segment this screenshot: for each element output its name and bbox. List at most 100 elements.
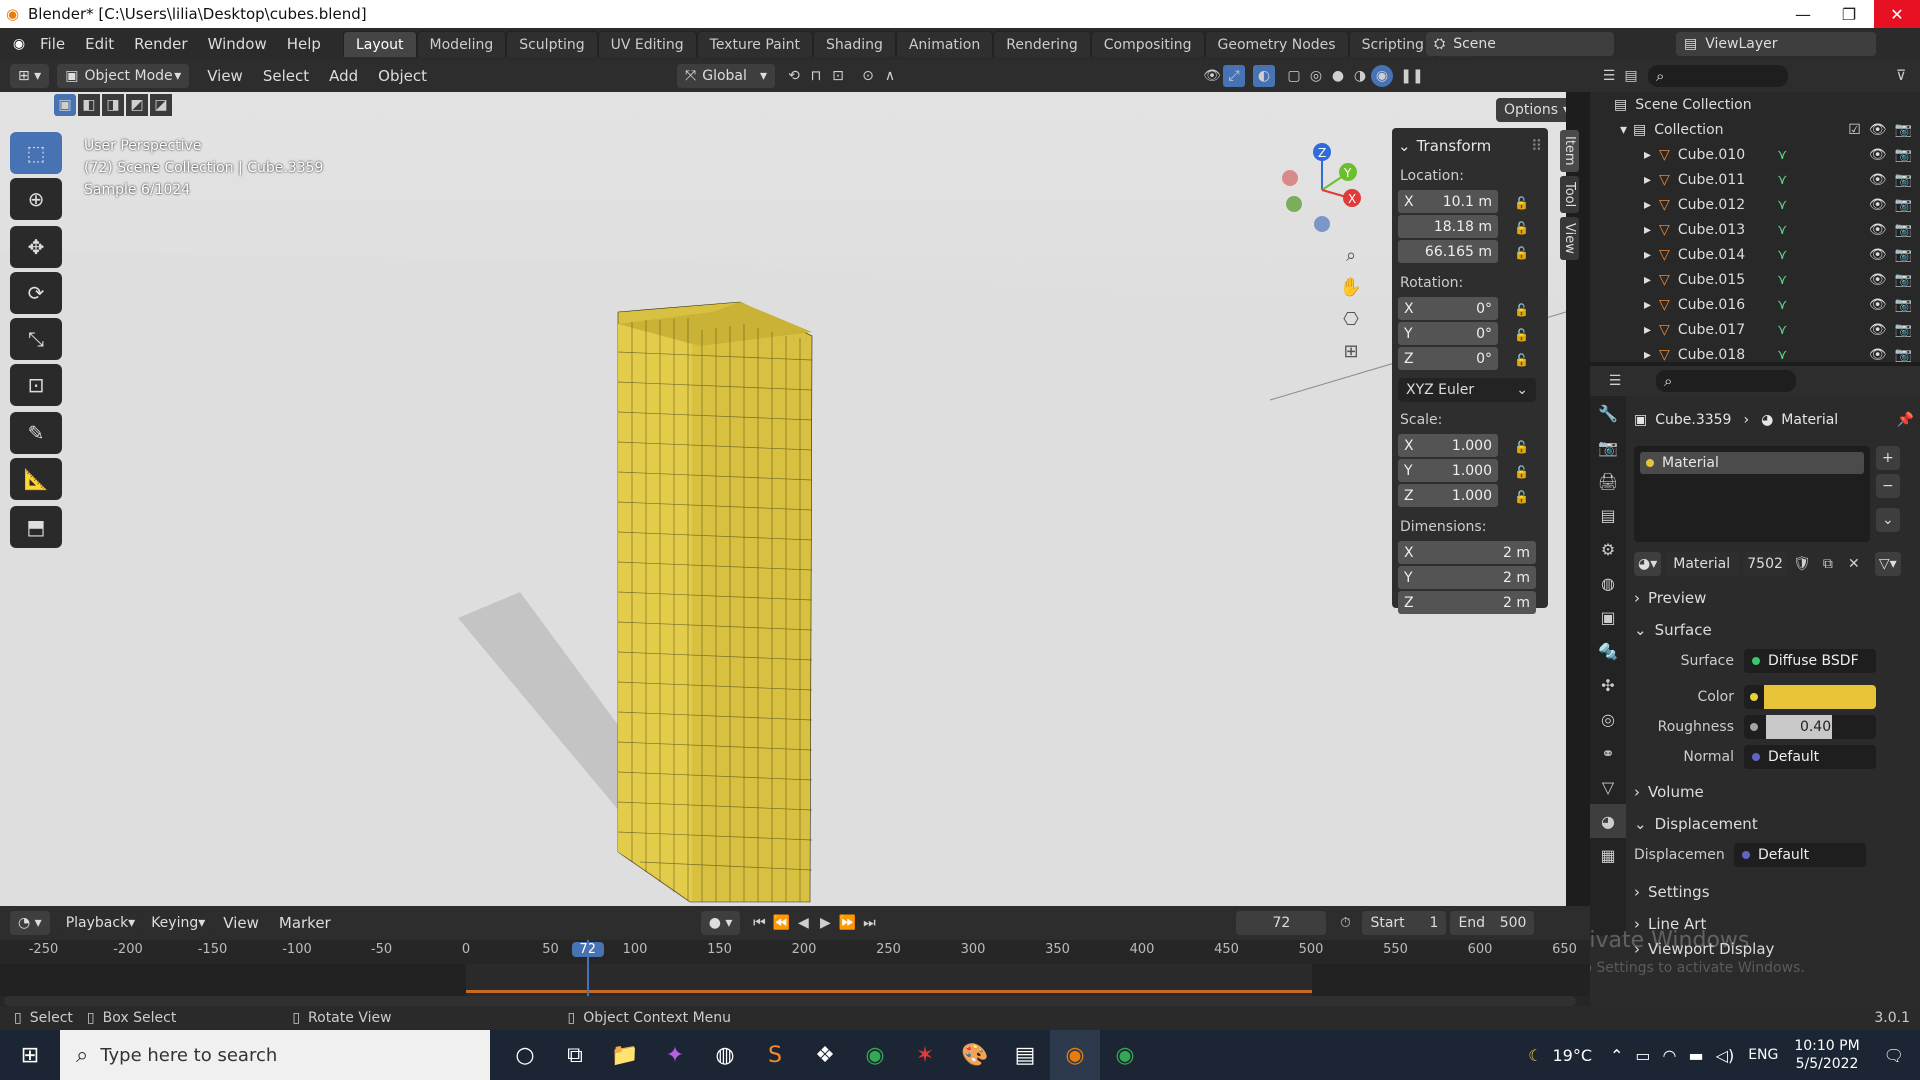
timeline-marker-menu[interactable]: Marker <box>269 914 341 932</box>
cortana-icon[interactable]: ○ <box>500 1030 550 1080</box>
expand-arrow-icon[interactable]: ▸ <box>1644 247 1651 263</box>
color-field[interactable] <box>1744 685 1876 709</box>
select-subtract-icon[interactable]: ◨ <box>102 94 124 116</box>
keying-menu[interactable]: Keying ▾ <box>143 911 214 935</box>
outliner-collection[interactable]: ▾ ▤ Collection ☑ 👁 📷 <box>1590 117 1920 142</box>
xray-icon[interactable]: ▢ <box>1283 65 1305 87</box>
ortho-grid-icon[interactable]: ⊞ <box>1340 340 1362 362</box>
play-reverse-icon[interactable]: ◀ <box>792 912 814 934</box>
lock-icon[interactable]: 🔓 <box>1514 328 1529 342</box>
select-invert-icon[interactable]: ◩ <box>126 94 148 116</box>
render-camera-icon[interactable]: 📷 <box>1895 272 1912 288</box>
browse-material-icon[interactable]: ◕▾ <box>1634 552 1662 576</box>
visibility-eye-icon[interactable]: 👁 <box>1869 172 1887 188</box>
menu-window[interactable]: Window <box>198 35 277 53</box>
blender-menu-icon[interactable]: ◉ <box>8 33 30 55</box>
viewport-menu-add[interactable]: Add <box>319 67 368 85</box>
viewport-menu-object[interactable]: Object <box>368 67 437 85</box>
overlays-toggle-icon[interactable]: ◐ <box>1253 65 1276 87</box>
task-view-icon[interactable]: ⧉ <box>550 1030 600 1080</box>
app-icon-star[interactable]: ✶ <box>900 1030 950 1080</box>
wifi-icon[interactable]: ◠ <box>1663 1046 1677 1065</box>
select-new-icon[interactable]: ▣ <box>54 94 76 116</box>
outliner-object-row[interactable]: ▸ ▽ Cube.016 ⋎ 👁 📷 <box>1590 292 1920 317</box>
transform-orientation-selector[interactable]: ⤧ Global ▾ <box>677 64 776 88</box>
expand-arrow-icon[interactable]: ▸ <box>1644 197 1651 213</box>
select-box-tool-icon[interactable]: ⬚ <box>10 132 62 174</box>
visibility-eye-icon[interactable]: 👁 <box>1869 197 1887 213</box>
falloff-icon[interactable]: ∧ <box>879 65 901 87</box>
outliner-object-row[interactable]: ▸ ▽ Cube.017 ⋎ 👁 📷 <box>1590 317 1920 342</box>
camera-icon[interactable]: ⎔ <box>1340 308 1362 330</box>
snap-target-icon[interactable]: ⊡ <box>827 65 849 87</box>
scale-y-field[interactable]: Y 1.000 <box>1398 459 1498 482</box>
expand-arrow-icon[interactable]: ▸ <box>1644 347 1651 363</box>
tray-device-icon[interactable]: ▭ <box>1635 1046 1650 1065</box>
view-layer-selector[interactable]: ▤ ViewLayer <box>1676 32 1876 56</box>
material-name-field[interactable]: Material <box>1665 552 1740 576</box>
language-indicator[interactable]: ENG <box>1748 1047 1778 1063</box>
options-dropdown[interactable]: Options▾ <box>1496 98 1566 122</box>
app-icon-fish[interactable]: ❖ <box>800 1030 850 1080</box>
gizmo-neg-z-axis[interactable] <box>1314 216 1330 232</box>
checkbox-icon[interactable]: ☑ <box>1848 122 1861 138</box>
menu-render[interactable]: Render <box>124 35 197 53</box>
lock-icon[interactable]: 🔓 <box>1514 490 1529 504</box>
render-camera-icon[interactable]: 📷 <box>1895 347 1912 363</box>
tab-animation[interactable]: Animation <box>895 31 994 57</box>
play-icon[interactable]: ▶ <box>814 912 836 934</box>
tab-uv-editing[interactable]: UV Editing <box>597 31 697 57</box>
menu-help[interactable]: Help <box>277 35 331 53</box>
outliner-object-row[interactable]: ▸ ▽ Cube.018 ⋎ 👁 📷 <box>1590 342 1920 367</box>
measure-tool-icon[interactable]: 📐 <box>10 458 62 500</box>
restore-button[interactable]: ❐ <box>1826 0 1872 28</box>
render-camera-icon[interactable]: 📷 <box>1895 322 1912 338</box>
notifications-icon[interactable]: 🗨 <box>1884 1046 1904 1065</box>
outliner-scene-collection[interactable]: ▤ Scene Collection <box>1590 92 1920 117</box>
visibility-eye-icon[interactable]: 👁 <box>1869 297 1887 313</box>
expand-arrow-icon[interactable]: ▾ <box>1620 122 1627 138</box>
add-slot-button[interactable]: + <box>1876 446 1900 470</box>
lock-icon[interactable]: 🔓 <box>1514 440 1529 454</box>
sublime-text-icon[interactable]: S <box>750 1030 800 1080</box>
clock[interactable]: 10:10 PM 5/5/2022 <box>1794 1037 1859 1073</box>
render-camera-icon[interactable]: 📷 <box>1895 222 1912 238</box>
constraints-tab-icon[interactable]: ⚭ <box>1590 736 1626 770</box>
drag-handle-icon[interactable]: ⠿ <box>1531 137 1542 155</box>
render-camera-icon[interactable]: 📷 <box>1895 122 1912 138</box>
playback-menu[interactable]: Playback ▾ <box>57 911 144 935</box>
lock-icon[interactable]: 🔓 <box>1514 465 1529 479</box>
editor-type-icon[interactable]: ⊞ ▾ <box>10 64 50 88</box>
section-displacement[interactable]: ⌄ Displacement <box>1634 808 1914 840</box>
physics-tab-icon[interactable]: ◎ <box>1590 702 1626 736</box>
location-x-field[interactable]: X 10.1 m <box>1398 190 1498 213</box>
blender-taskbar-icon[interactable]: ◉ <box>1050 1030 1100 1080</box>
visibility-eye-icon[interactable]: 👁 <box>1869 247 1887 263</box>
material-tab-icon[interactable]: ◕ <box>1590 804 1626 838</box>
tab-shading[interactable]: Shading <box>812 31 896 57</box>
visibility-eye-icon[interactable]: 👁 <box>1869 122 1887 138</box>
lock-icon[interactable]: 🔓 <box>1514 196 1529 210</box>
scene-tab-icon[interactable]: ⚙ <box>1590 532 1626 566</box>
rotate-tool-icon[interactable]: ⟳ <box>10 272 62 314</box>
shading-wireframe-icon[interactable]: ◎ <box>1305 65 1327 87</box>
texture-tab-icon[interactable]: ▦ <box>1590 838 1626 872</box>
chrome-profile-icon[interactable]: ◉ <box>1100 1030 1150 1080</box>
normal-field[interactable]: Default <box>1744 745 1876 769</box>
playhead[interactable] <box>587 940 589 996</box>
app-icon-tools[interactable]: ▤ <box>1000 1030 1050 1080</box>
expand-arrow-icon[interactable]: ▸ <box>1644 297 1651 313</box>
tab-compositing[interactable]: Compositing <box>1090 31 1205 57</box>
viewport-menu-view[interactable]: View <box>197 67 253 85</box>
editor-type-icon[interactable]: ☰ <box>1598 65 1620 87</box>
timeline-track-area[interactable] <box>0 940 1590 996</box>
scale-z-field[interactable]: Z 1.000 <box>1398 484 1498 507</box>
gizmo-toggle-icon[interactable]: ⤢ <box>1223 65 1246 87</box>
tab-item[interactable]: Item <box>1560 130 1579 172</box>
scene-selector[interactable]: ⛭ Scene <box>1426 32 1614 56</box>
section-settings[interactable]: › Settings <box>1634 876 1914 908</box>
weather-moon-icon[interactable]: ☾ <box>1528 1046 1542 1065</box>
render-camera-icon[interactable]: 📷 <box>1895 247 1912 263</box>
render-camera-icon[interactable]: 📷 <box>1895 197 1912 213</box>
lock-icon[interactable]: 🔓 <box>1514 221 1529 235</box>
